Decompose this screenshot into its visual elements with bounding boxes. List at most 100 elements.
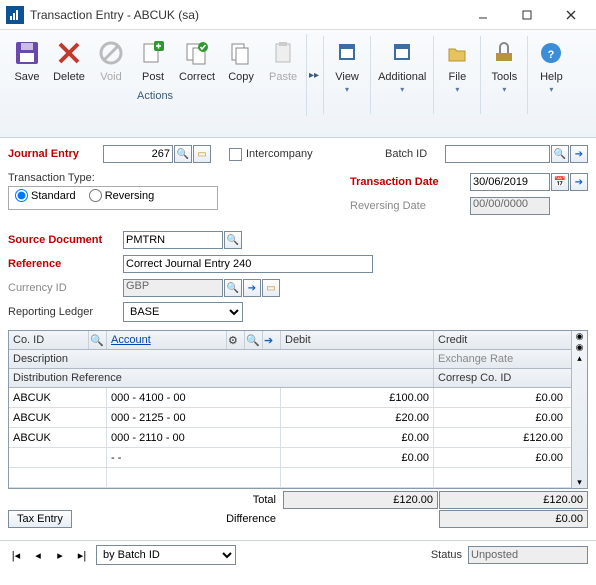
curr-go-icon[interactable]: ➔ xyxy=(243,279,261,297)
paste-button[interactable]: Paste xyxy=(262,34,304,86)
view-button[interactable]: View ▾ xyxy=(326,34,368,116)
journal-note-icon[interactable]: ▭ xyxy=(193,145,211,163)
col-debit[interactable]: Debit xyxy=(281,331,434,349)
scroll-mid-icon[interactable]: ◉ xyxy=(576,342,584,353)
tax-entry-button[interactable]: Tax Entry xyxy=(8,510,72,528)
delete-button[interactable]: Delete xyxy=(48,34,90,86)
calendar-icon[interactable]: 📅 xyxy=(551,173,569,191)
cell-debit[interactable]: £20.00 xyxy=(281,408,434,427)
reference-input[interactable] xyxy=(123,255,373,273)
radio-reversing[interactable]: Reversing xyxy=(89,189,155,202)
distribution-grid: Co. ID 🔍 Account ⚙ 🔍 ➔ Debit Credit Desc… xyxy=(8,330,588,489)
col-account[interactable]: Account xyxy=(107,331,227,349)
cell-coid[interactable]: ABCUK xyxy=(9,428,107,447)
minimize-button[interactable] xyxy=(468,3,498,27)
col-exchange[interactable]: Exchange Rate xyxy=(434,350,567,368)
footer: |◂ ◂ ▸ ▸| by Batch ID Status Unposted xyxy=(0,540,596,569)
additional-button[interactable]: Additional ▾ xyxy=(373,34,431,116)
col-distref[interactable]: Distribution Reference xyxy=(9,369,434,387)
col-icon1[interactable]: 🔍 xyxy=(89,331,107,349)
cell-debit[interactable]: £0.00 xyxy=(281,448,434,467)
title-bar: Transaction Entry - ABCUK (sa) xyxy=(0,0,596,30)
paste-icon xyxy=(267,37,299,69)
curr-note-icon[interactable]: ▭ xyxy=(262,279,280,297)
cell-account[interactable]: 000 - 2125 - 00 xyxy=(107,408,281,427)
cell-debit[interactable]: £0.00 xyxy=(281,428,434,447)
col-coid[interactable]: Co. ID xyxy=(9,331,89,349)
table-row[interactable] xyxy=(9,468,571,488)
copy-button[interactable]: Copy xyxy=(220,34,262,86)
journal-lookup-icon[interactable]: 🔍 xyxy=(174,145,192,163)
scroll-up-icon[interactable]: ◉ xyxy=(576,331,584,342)
intercompany-checkbox[interactable] xyxy=(229,148,242,161)
col-credit[interactable]: Credit xyxy=(434,331,567,349)
cell-coid[interactable]: ABCUK xyxy=(9,408,107,427)
scroll-bot-icon[interactable]: ▾ xyxy=(577,477,582,488)
void-button[interactable]: Void xyxy=(90,34,132,86)
table-row[interactable]: ABCUK000 - 2110 - 00£0.00£120.00 xyxy=(9,428,571,448)
radio-standard[interactable]: Standard xyxy=(15,189,76,202)
col-description[interactable]: Description xyxy=(9,350,434,368)
col-icon3[interactable]: 🔍 xyxy=(245,331,263,349)
nav-first[interactable]: |◂ xyxy=(8,547,24,563)
cell-credit[interactable]: £0.00 xyxy=(434,408,567,427)
nav-last[interactable]: ▸| xyxy=(74,547,90,563)
ribbon: Save Delete Void Post Correct xyxy=(0,30,596,138)
journal-entry-input[interactable] xyxy=(103,145,173,163)
src-doc-input[interactable] xyxy=(123,231,223,249)
src-doc-label: Source Document xyxy=(8,234,123,246)
batch-id-input[interactable] xyxy=(445,145,550,163)
dropdown-icon: ▾ xyxy=(345,85,349,94)
cell-account[interactable]: 000 - 4100 - 00 xyxy=(107,388,281,407)
cell-credit[interactable]: £0.00 xyxy=(434,388,567,407)
ribbon-expand[interactable]: ▸▸ xyxy=(307,34,321,116)
total-debit: £120.00 xyxy=(283,491,438,509)
diff-value: £0.00 xyxy=(439,510,588,528)
save-button[interactable]: Save xyxy=(6,34,48,86)
ledger-select[interactable]: BASE xyxy=(123,302,243,322)
batch-lookup-icon[interactable]: 🔍 xyxy=(551,145,569,163)
delete-icon xyxy=(53,37,85,69)
cell-credit[interactable]: £0.00 xyxy=(434,448,567,467)
trx-date-input[interactable] xyxy=(470,173,550,191)
nav-next[interactable]: ▸ xyxy=(52,547,68,563)
help-button[interactable]: ? Help ▾ xyxy=(530,34,572,116)
table-row[interactable]: ABCUK000 - 2125 - 00£20.00£0.00 xyxy=(9,408,571,428)
currency-value: GBP xyxy=(123,279,223,297)
col-icon4[interactable]: ➔ xyxy=(263,331,281,349)
tools-button[interactable]: Tools ▾ xyxy=(483,34,525,116)
table-row[interactable]: ABCUK000 - 4100 - 00£100.00£0.00 xyxy=(9,388,571,408)
sort-by-select[interactable]: by Batch ID xyxy=(96,545,236,565)
file-button[interactable]: File ▾ xyxy=(436,34,478,116)
cell-account[interactable]: 000 - 2110 - 00 xyxy=(107,428,281,447)
nav-prev[interactable]: ◂ xyxy=(30,547,46,563)
curr-lookup-icon[interactable]: 🔍 xyxy=(224,279,242,297)
cell-coid[interactable]: ABCUK xyxy=(9,388,107,407)
cell-coid[interactable] xyxy=(9,468,107,487)
diff-label: Difference xyxy=(202,510,282,528)
actions-group-label: Actions xyxy=(6,86,304,106)
close-button[interactable] xyxy=(556,3,586,27)
batch-id-label: Batch ID xyxy=(385,148,445,160)
cell-account[interactable]: - - xyxy=(107,448,281,467)
cell-account[interactable] xyxy=(107,468,281,487)
cell-coid[interactable] xyxy=(9,448,107,467)
table-row[interactable]: - -£0.00£0.00 xyxy=(9,448,571,468)
cell-debit[interactable]: £100.00 xyxy=(281,388,434,407)
cell-debit[interactable] xyxy=(281,468,434,487)
correct-button[interactable]: Correct xyxy=(174,34,220,86)
scroll-top-icon[interactable]: ▴ xyxy=(577,353,582,364)
date-go-icon[interactable]: ➔ xyxy=(570,173,588,191)
batch-go-icon[interactable]: ➔ xyxy=(570,145,588,163)
post-button[interactable]: Post xyxy=(132,34,174,86)
maximize-button[interactable] xyxy=(512,3,542,27)
cell-credit[interactable] xyxy=(434,468,567,487)
file-icon xyxy=(441,37,473,69)
src-lookup-icon[interactable]: 🔍 xyxy=(224,231,242,249)
col-corresp[interactable]: Corresp Co. ID xyxy=(434,369,567,387)
col-icon2[interactable]: ⚙ xyxy=(227,331,245,349)
cell-credit[interactable]: £120.00 xyxy=(434,428,567,447)
help-icon: ? xyxy=(535,37,567,69)
grid-scrollbar[interactable]: ◉ ◉ ▴ ▾ xyxy=(571,331,587,488)
post-icon xyxy=(137,37,169,69)
